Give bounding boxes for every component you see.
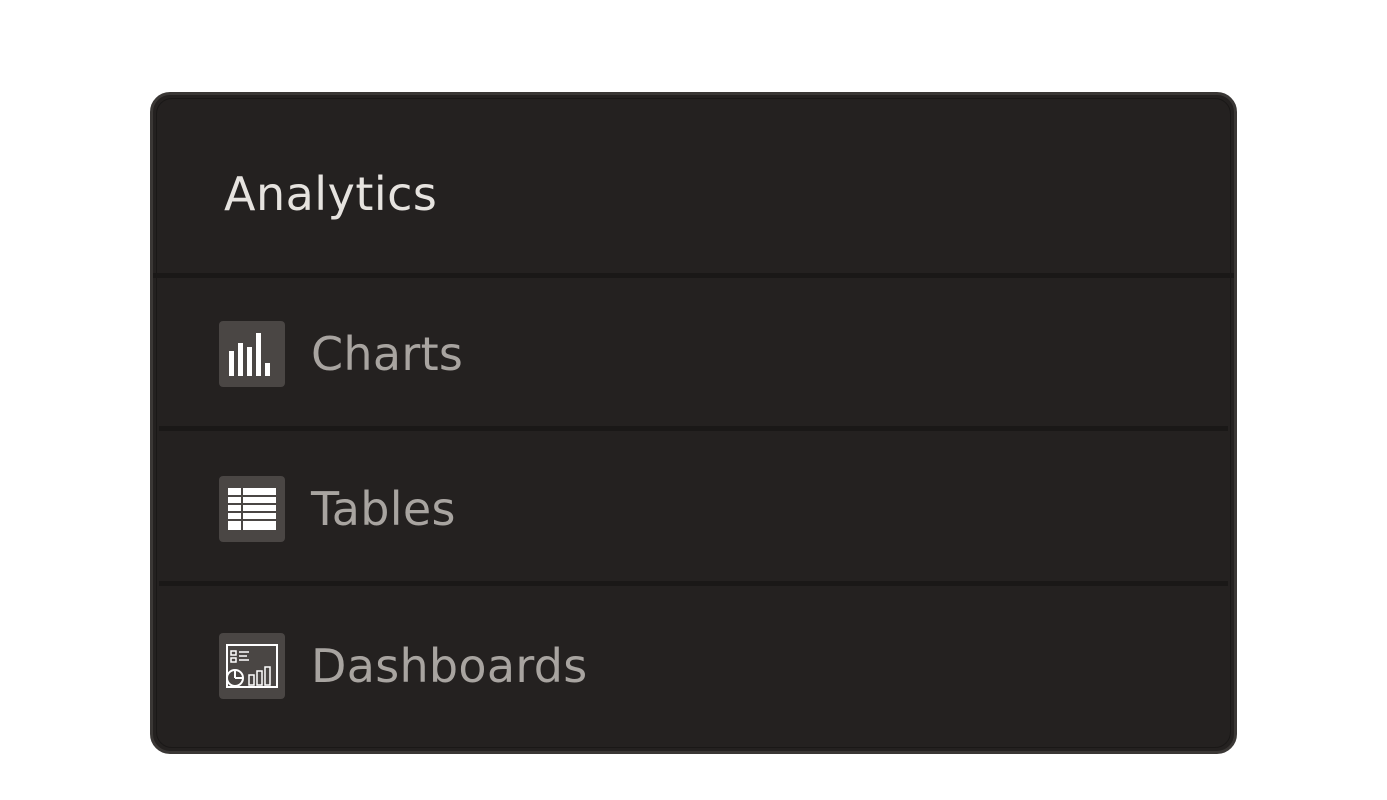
menu-item-dashboards[interactable]: Dashboards — [159, 591, 1228, 741]
menu-item-tables[interactable]: Tables — [159, 436, 1228, 586]
menu-item-label: Dashboards — [311, 639, 588, 693]
menu-item-label: Charts — [311, 326, 464, 381]
menu-header: Analytics — [153, 95, 1234, 278]
analytics-menu-panel: Analytics Charts Tables Dashboards — [150, 92, 1237, 754]
menu-item-charts[interactable]: Charts — [159, 281, 1228, 431]
table-icon — [219, 475, 285, 542]
dashboard-icon — [219, 633, 285, 699]
menu-title: Analytics — [224, 167, 438, 221]
bar-chart-icon — [219, 320, 285, 387]
menu-item-label: Tables — [311, 481, 456, 536]
